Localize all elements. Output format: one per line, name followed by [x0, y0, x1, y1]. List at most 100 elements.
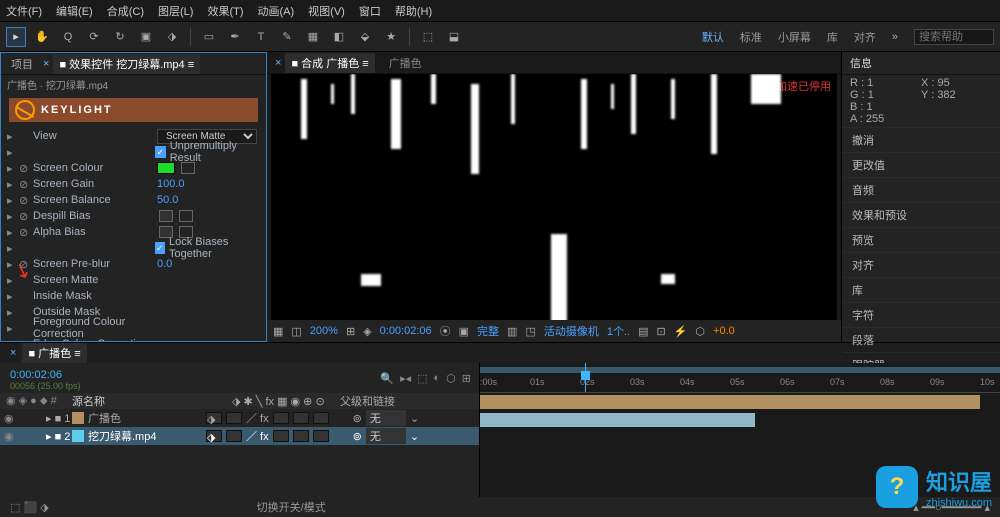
menu-合成(C)[interactable]: 合成(C) [107, 3, 144, 19]
region-icon[interactable]: ▣ [459, 325, 469, 338]
prop-dbias[interactable]: ▸⊘Despill Bias [1, 208, 266, 224]
effect-controls-panel: 项目 × ■ 效果控件 挖刀绿幕.mp4 ≡ 广播色 · 挖刀绿幕.mp4 KE… [0, 52, 267, 342]
menu-图层(L)[interactable]: 图层(L) [158, 3, 193, 19]
tab-timeline[interactable]: ■ 广播色 ≡ [22, 343, 86, 363]
layer-row-2[interactable]: ◉▸ ■ 2挖刀绿幕.mp4⬗／ fx⊚无⌄ [0, 427, 479, 445]
guides-icon[interactable]: ▥ [507, 325, 517, 338]
current-time[interactable]: 0:00:02:06 [380, 325, 432, 337]
comp-mini-icon[interactable]: ▸◂ [400, 372, 411, 385]
timeline-columns-header: ◉ ◈ ● ⬥ # 源名称 ⬗ ✱ ╲ fx ▦ ◉ ⊕ ⊙ 父级和链接 [0, 393, 479, 409]
menu-文件(F)[interactable]: 文件(F) [6, 3, 42, 19]
comp-flow-name: 广播色 [389, 55, 422, 71]
watermark-icon: ? [876, 466, 918, 508]
panel-link-预览[interactable]: 预览 [842, 227, 1000, 252]
info-panel: 信息 R : 1G : 1B : 1A : 255 X : 95Y : 382 … [842, 52, 1000, 342]
eraser-tool-icon[interactable]: ◧ [329, 27, 349, 47]
selection-tool-icon[interactable]: ▸ [6, 27, 26, 47]
menu-窗口[interactable]: 窗口 [359, 3, 381, 19]
menu-bar: 文件(F) 编辑(E) 合成(C) 图层(L) 效果(T) 动画(A) 视图(V) 窗口帮助(… [0, 0, 1000, 22]
align-icon[interactable]: ⬓ [444, 27, 464, 47]
orbit-tool-icon[interactable]: ⟳ [84, 27, 104, 47]
brush-tool-icon[interactable]: ✎ [277, 27, 297, 47]
composition-panel: × ■ 合成 广播色 ≡ 广播色 显示加速已停用 ▦ ◫ 200% ⊞ ◈ 0:… [267, 52, 842, 342]
breadcrumb: 广播色 · 挖刀绿幕.mp4 [1, 75, 266, 94]
panel-link-更改值[interactable]: 更改值 [842, 152, 1000, 177]
prop-sgain[interactable]: ▸⊘Screen Gain100.0 [1, 176, 266, 192]
workspace-tabs: 默认标准小屏幕库对齐» [702, 29, 994, 45]
composition-viewer[interactable]: 显示加速已停用 [271, 74, 837, 320]
search-help-input[interactable] [914, 29, 994, 45]
menu-动画(A)[interactable]: 动画(A) [258, 3, 295, 19]
zoom-level[interactable]: 200% [310, 325, 338, 337]
panel-link-库[interactable]: 库 [842, 277, 1000, 302]
workspace-小屏幕[interactable]: 小屏幕 [778, 29, 811, 45]
menu-效果(T)[interactable]: 效果(T) [207, 3, 243, 19]
viewer-footer: ▦ ◫ 200% ⊞ ◈ 0:00:02:06 ⦿ ▣ 完整 ▥ ◳ 活动摄像机… [267, 320, 841, 342]
workspace-对齐[interactable]: 对齐 [854, 29, 876, 45]
workspace-默认[interactable]: 默认 [702, 29, 724, 45]
tab-project[interactable]: 项目 [5, 54, 39, 74]
property-list: ▸ViewScreen Matte▸✓ Unpremultiply Result… [1, 126, 266, 341]
prop-unpre[interactable]: ▸✓ Unpremultiply Result [1, 144, 266, 160]
prop-smatte[interactable]: ▸Screen Matte [1, 272, 266, 288]
mask-icon[interactable]: ◈ [363, 325, 371, 338]
search-layers-icon[interactable]: 🔍 [380, 372, 394, 385]
time-ruler[interactable]: :00s01s02s03s04s05s06s07s08s09s10s [480, 363, 1000, 393]
keylight-logo: KEYLIGHT [9, 98, 258, 122]
shy-icon[interactable]: ⬚ [417, 372, 427, 385]
info-title: 信息 [842, 52, 1000, 75]
prop-fgcc[interactable]: ▸Foreground Colour Correction [1, 320, 266, 336]
prop-lock[interactable]: ▸✓ Lock Biases Together [1, 240, 266, 256]
graph-icon[interactable]: ⬡ [695, 325, 705, 338]
view-opts-icon[interactable]: ▤ [638, 325, 648, 338]
snap-icon[interactable]: ⬚ [418, 27, 438, 47]
grid-icon[interactable]: ▦ [273, 325, 283, 338]
type-tool-icon[interactable]: T [251, 27, 271, 47]
menu-编辑(E)[interactable]: 编辑(E) [56, 3, 93, 19]
fx-icon[interactable]: ⬡ [446, 372, 456, 385]
toggle-shy-icon[interactable]: ⬚ ⬛ ⬗ [10, 501, 49, 514]
prop-sbal[interactable]: ▸⊘Screen Balance50.0 [1, 192, 266, 208]
workspace-库[interactable]: 库 [827, 29, 838, 45]
snapshot-icon[interactable]: ⦿ [440, 323, 451, 339]
zoom-tool-icon[interactable]: Q [58, 27, 78, 47]
tab-effect-controls[interactable]: ■ 效果控件 挖刀绿幕.mp4 ≡ [53, 54, 200, 74]
prop-imask[interactable]: ▸Inside Mask [1, 288, 266, 304]
fast-icon[interactable]: ⚡ [674, 325, 688, 338]
camera-tool-icon[interactable]: ▣ [136, 27, 156, 47]
res-icon[interactable]: ⊞ [346, 325, 355, 338]
tab-composition[interactable]: ■ 合成 广播色 ≡ [285, 53, 374, 73]
pan-behind-tool-icon[interactable]: ⬗ [162, 27, 182, 47]
graph-editor-icon[interactable]: ⊞ [462, 372, 471, 385]
timeline-timecode[interactable]: 0:00:02:0600056 (25.00 fps) [0, 363, 91, 393]
resolution-dropdown[interactable]: 完整 [477, 323, 499, 339]
watermark: ? 知识屋zhishiwu.com [876, 465, 992, 509]
menu-视图(V)[interactable]: 视图(V) [308, 3, 345, 19]
tool-bar: ▸ ✋ Q ⟳ ↻ ▣ ⬗ ▭ ✒ T ✎ ▦ ◧ ⬙ ★ ⬚ ⬓ 默认标准小屏… [0, 22, 1000, 52]
menu-帮助(H)[interactable]: 帮助(H) [395, 3, 432, 19]
toggle-switches-button[interactable]: 切换开关/模式 [257, 499, 326, 515]
layer-row-1[interactable]: ◉▸ ■ 1广播色⬗／ fx⊚无⌄ [0, 409, 479, 427]
panel-link-音频[interactable]: 音频 [842, 177, 1000, 202]
clone-tool-icon[interactable]: ▦ [303, 27, 323, 47]
panel-link-撤消[interactable]: 撤消 [842, 127, 1000, 152]
puppet-tool-icon[interactable]: ★ [381, 27, 401, 47]
roto-tool-icon[interactable]: ⬙ [355, 27, 375, 47]
3d-icon[interactable]: ◳ [525, 325, 535, 338]
rect-tool-icon[interactable]: ▭ [199, 27, 219, 47]
hand-tool-icon[interactable]: ✋ [32, 27, 52, 47]
pen-tool-icon[interactable]: ✒ [225, 27, 245, 47]
exposure-value[interactable]: +0.0 [713, 325, 735, 337]
info-values: R : 1G : 1B : 1A : 255 X : 95Y : 382 [842, 75, 1000, 127]
pixel-icon[interactable]: ⊡ [657, 325, 666, 338]
blur-icon[interactable]: ◐ [434, 372, 441, 385]
timeline-panel: × ■ 广播色 ≡ 0:00:02:0600056 (25.00 fps) 🔍 … [0, 342, 1000, 517]
panel-link-对齐[interactable]: 对齐 [842, 252, 1000, 277]
views-dropdown[interactable]: 1个.. [607, 323, 630, 339]
panel-link-字符[interactable]: 字符 [842, 302, 1000, 327]
camera-dropdown[interactable]: 活动摄像机 [544, 323, 599, 339]
channel-icon[interactable]: ◫ [291, 325, 301, 338]
workspace-标准[interactable]: 标准 [740, 29, 762, 45]
panel-link-效果和预设[interactable]: 效果和预设 [842, 202, 1000, 227]
rotate-tool-icon[interactable]: ↻ [110, 27, 130, 47]
